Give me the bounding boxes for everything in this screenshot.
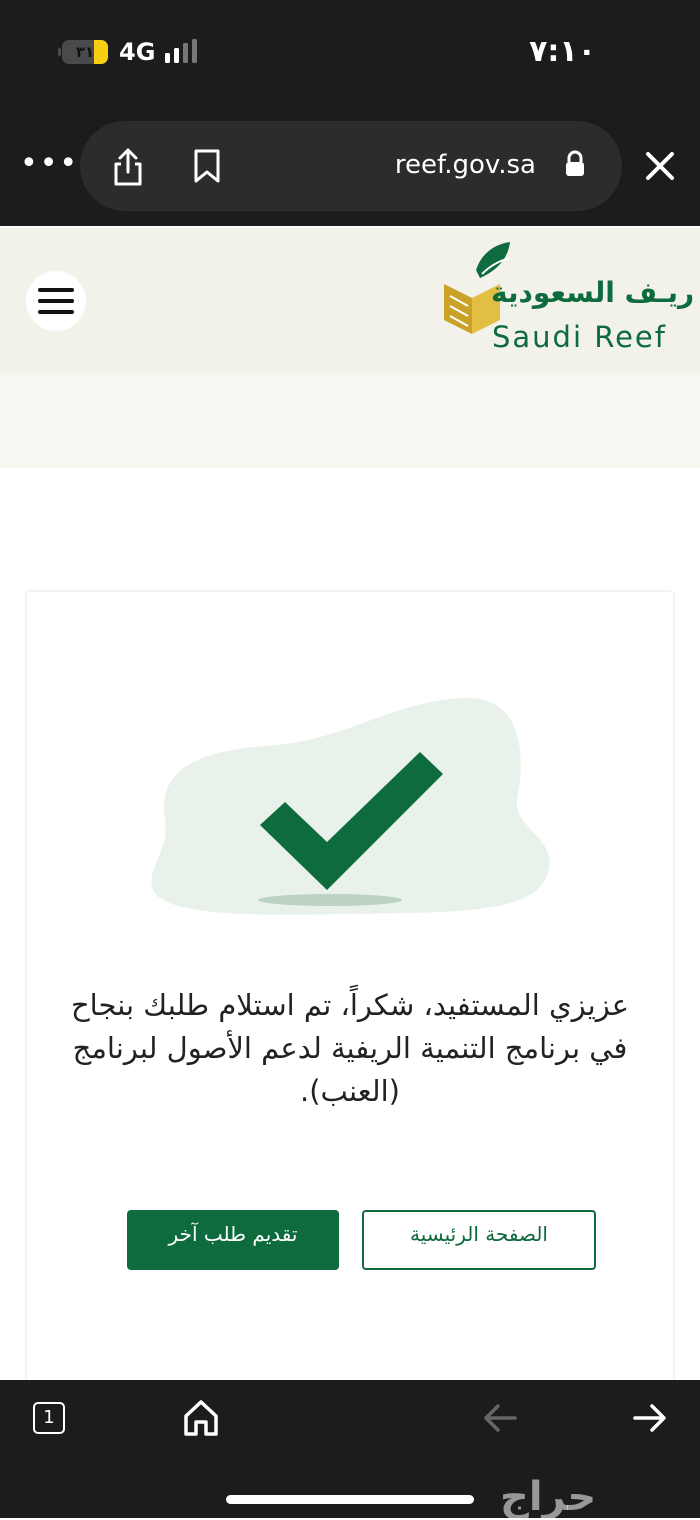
network-type: 4G [119,38,156,66]
hamburger-icon [38,288,74,314]
page-banner [0,372,700,468]
more-icon[interactable]: ••• [20,146,79,181]
home-page-button[interactable]: الصفحة الرئيسية [362,1210,596,1270]
logo-english-text: Saudi Reef [492,320,667,354]
address-bar[interactable] [80,121,622,211]
home-icon[interactable] [182,1398,220,1438]
back-arrow-icon[interactable] [482,1402,518,1434]
battery-level: ٣١ [75,43,95,61]
lock-icon [566,150,584,176]
home-indicator[interactable] [226,1495,474,1504]
bookmark-icon[interactable] [192,148,222,184]
close-icon[interactable] [640,146,680,186]
status-time: ٧:١٠ [529,34,596,69]
menu-button[interactable] [26,271,86,331]
forward-arrow-icon[interactable] [632,1402,668,1434]
share-icon[interactable] [112,146,144,188]
watermark: حراج [500,1474,597,1520]
battery-cap [58,48,61,56]
signal-icon [165,39,197,63]
success-checkmark-icon [151,697,550,915]
success-message: عزيزي المستفيد، شكراً، تم استلام طلبك بن… [70,988,630,1108]
tabs-button[interactable]: 1 [33,1402,65,1434]
url-text[interactable]: reef.gov.sa [395,150,536,180]
logo-arabic-text: ريـف السعودية [491,276,695,309]
submit-another-button[interactable]: تقديم طلب آخر [127,1210,339,1270]
battery-icon: ٣١ [62,40,108,64]
